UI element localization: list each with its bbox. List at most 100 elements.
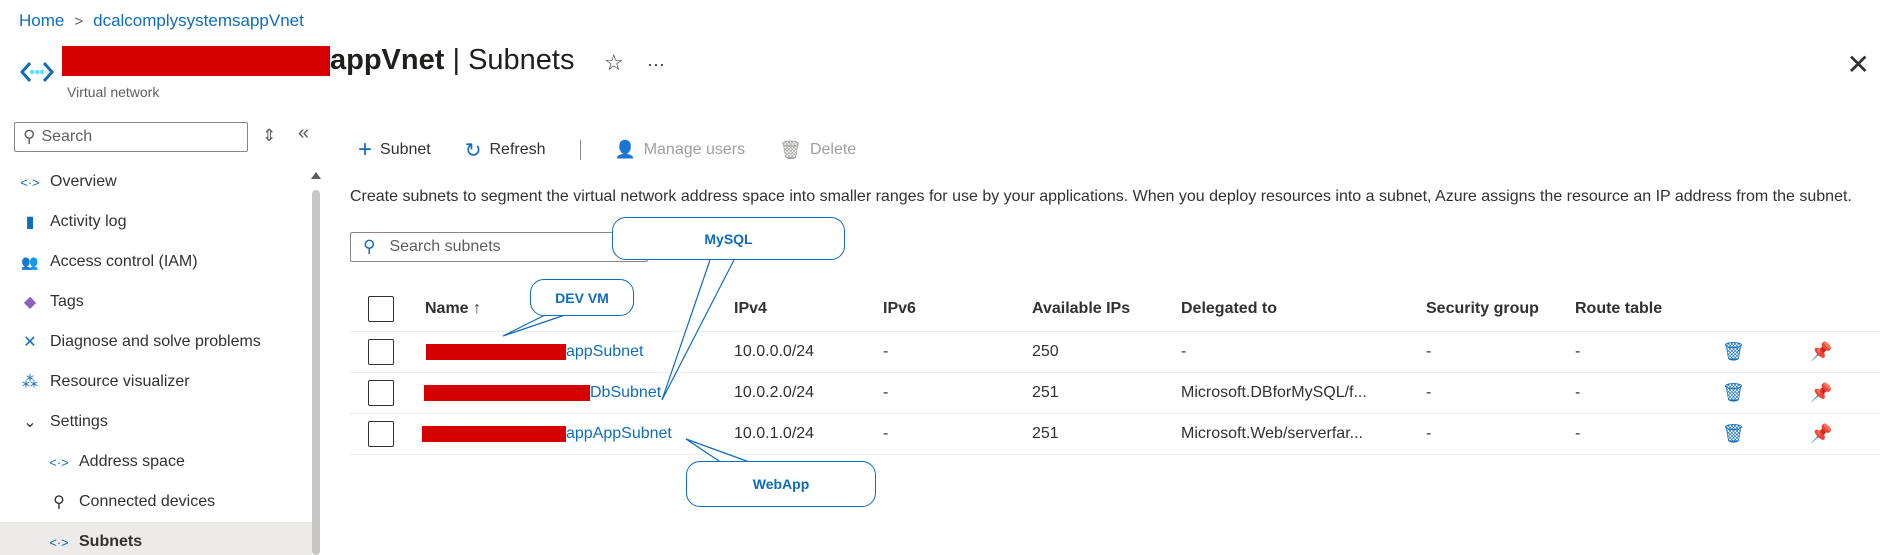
command-bar: + Subnet ↻ Refresh 👤 Manage users 🗑 Dele… [358, 136, 890, 164]
scroll-up-arrow-icon[interactable] [311, 172, 321, 179]
redacted-name-block [422, 426, 566, 442]
sort-toggle-icon[interactable]: ⇕ [262, 126, 276, 146]
subnet-security-group: - [1426, 384, 1432, 401]
subnet-ipv6: - [883, 384, 889, 401]
subnet-available-ips: 251 [1032, 425, 1059, 442]
subnet-name-link[interactable]: DbSubnet [590, 384, 661, 402]
more-options-icon[interactable]: ··· [647, 54, 665, 75]
table-row: appAppSubnet 10.0.1.0/24 - 251 Microsoft… [350, 414, 1880, 455]
column-header-ipv6: IPv6 [883, 299, 916, 317]
select-all-checkbox[interactable] [368, 295, 394, 322]
sidebar-item-connected-devices[interactable]: ⚲ Connected devices [0, 482, 312, 522]
search-subnets-placeholder: Search subnets [389, 238, 501, 255]
breadcrumb-home[interactable]: Home [19, 11, 64, 31]
sidebar-search-placeholder: Search [41, 128, 93, 145]
page-title: appVnet | Subnets [62, 44, 574, 77]
row-checkbox[interactable] [368, 421, 394, 447]
favorite-star-icon[interactable]: ☆ [604, 50, 624, 76]
sidebar-item-diagnose[interactable]: ✕ Diagnose and solve problems [0, 322, 312, 362]
row-checkbox[interactable] [368, 339, 394, 365]
column-header-name[interactable]: Name ↑ [425, 300, 481, 318]
page-title-name: appVnet [330, 44, 445, 76]
column-header-ipv4: IPv4 [734, 299, 767, 317]
table-row: DbSubnet 10.0.2.0/24 - 251 Microsoft.DBf… [350, 373, 1880, 414]
table-row: appSubnet 10.0.0.0/24 - 250 - - - 🗑 📌 [350, 332, 1880, 373]
sidebar-item-label: Connected devices [79, 493, 216, 510]
pin-icon[interactable]: 📌 [1810, 383, 1832, 404]
toolbar-divider [579, 140, 581, 160]
sidebar-item-activity-log[interactable]: ▮ Activity log [0, 202, 312, 242]
sidebar-item-overview[interactable]: <·> Overview [0, 162, 312, 202]
add-subnet-label: Subnet [380, 141, 431, 158]
page-title-section: Subnets [468, 44, 575, 76]
mysql-callout: MySQL [612, 217, 845, 260]
sidebar-item-label: Settings [50, 413, 108, 430]
delete-row-trash-icon[interactable]: 🗑 [1722, 342, 1745, 363]
breadcrumb: Home > dcalcomplysystemsappVnet [19, 11, 304, 31]
sidebar-item-subnets[interactable]: <·> Subnets [0, 522, 312, 555]
subnet-available-ips: 251 [1032, 384, 1059, 401]
trash-icon: 🗑 [779, 139, 802, 160]
sidebar-group-settings[interactable]: ⌄ Settings [0, 402, 312, 442]
collapse-sidebar-icon[interactable]: « [298, 122, 309, 145]
subnet-delegated-to: Microsoft.DBforMySQL/f... [1181, 384, 1367, 401]
sidebar-item-address-space[interactable]: <·> Address space [0, 442, 312, 482]
virtual-network-icon [20, 62, 54, 82]
tag-icon: ◆ [23, 294, 37, 311]
subnet-ipv6: - [883, 425, 889, 442]
pin-icon[interactable]: 📌 [1810, 424, 1832, 445]
webapp-callout: WebApp [686, 461, 876, 507]
sidebar-item-resource-visualizer[interactable]: ⁂ Resource visualizer [0, 362, 312, 402]
plug-icon: ⚲ [53, 494, 65, 511]
column-header-route-table: Route table [1575, 299, 1663, 317]
breadcrumb-vnet[interactable]: dcalcomplysystemsappVnet [93, 11, 304, 31]
subnet-name-link[interactable]: appAppSubnet [566, 425, 672, 443]
sidebar-nav: <·> Overview ▮ Activity log 👥 Access con… [0, 162, 312, 555]
close-icon[interactable]: ✕ [1847, 48, 1870, 81]
search-subnets-input[interactable]: ⚲ Search subnets [350, 232, 648, 262]
sidebar-item-access-control[interactable]: 👥 Access control (IAM) [0, 242, 312, 282]
address-space-icon: <·> [49, 454, 69, 470]
subnet-security-group: - [1426, 343, 1432, 360]
subnet-route-table: - [1575, 384, 1581, 401]
resource-visualizer-icon: ⁂ [22, 374, 38, 391]
sidebar-item-label: Tags [50, 293, 84, 310]
delete-row-trash-icon[interactable]: 🗑 [1722, 383, 1745, 404]
subnet-route-table: - [1575, 425, 1581, 442]
sidebar-item-label: Activity log [50, 213, 127, 230]
subnet-ipv6: - [883, 343, 889, 360]
subnet-available-ips: 250 [1032, 343, 1059, 360]
sidebar-search-input[interactable]: ⚲ Search [14, 122, 248, 152]
dev-vm-callout: DEV VM [530, 279, 634, 316]
row-checkbox[interactable] [368, 380, 394, 406]
refresh-icon: ↻ [464, 139, 482, 162]
sidebar-item-label: Overview [50, 173, 117, 190]
add-subnet-button[interactable]: + Subnet [358, 136, 431, 164]
sidebar-item-label: Diagnose and solve problems [50, 333, 261, 350]
subnet-route-table: - [1575, 343, 1581, 360]
overview-icon: <·> [20, 174, 40, 190]
refresh-button[interactable]: ↻ Refresh [465, 138, 546, 163]
scrollbar-thumb[interactable] [312, 190, 320, 555]
breadcrumb-separator: > [74, 12, 84, 30]
delete-row-trash-icon[interactable]: 🗑 [1722, 424, 1745, 445]
delete-button[interactable]: 🗑 Delete [779, 140, 856, 161]
page-subtitle: Virtual network [67, 84, 160, 100]
users-icon: 👥 [21, 253, 39, 270]
subnet-security-group: - [1426, 425, 1432, 442]
page-description: Create subnets to segment the virtual ne… [350, 188, 1852, 205]
sidebar-item-tags[interactable]: ◆ Tags [0, 282, 312, 322]
search-icon: ⚲ [363, 237, 376, 256]
pin-icon[interactable]: 📌 [1810, 342, 1832, 363]
manage-users-button[interactable]: 👤 Manage users [615, 140, 746, 160]
subnet-ipv4: 10.0.2.0/24 [734, 384, 815, 401]
chevron-down-icon: ⌄ [23, 414, 37, 431]
subnet-name-link[interactable]: appSubnet [566, 343, 643, 361]
subnet-ipv4: 10.0.1.0/24 [734, 425, 815, 442]
column-header-security-group: Security group [1426, 299, 1539, 317]
column-header-available-ips: Available IPs [1032, 299, 1131, 317]
manage-users-label: Manage users [643, 141, 746, 158]
page-title-separator: | [444, 44, 469, 76]
redacted-name-block [426, 344, 566, 360]
sidebar-scrollbar[interactable] [311, 172, 321, 555]
